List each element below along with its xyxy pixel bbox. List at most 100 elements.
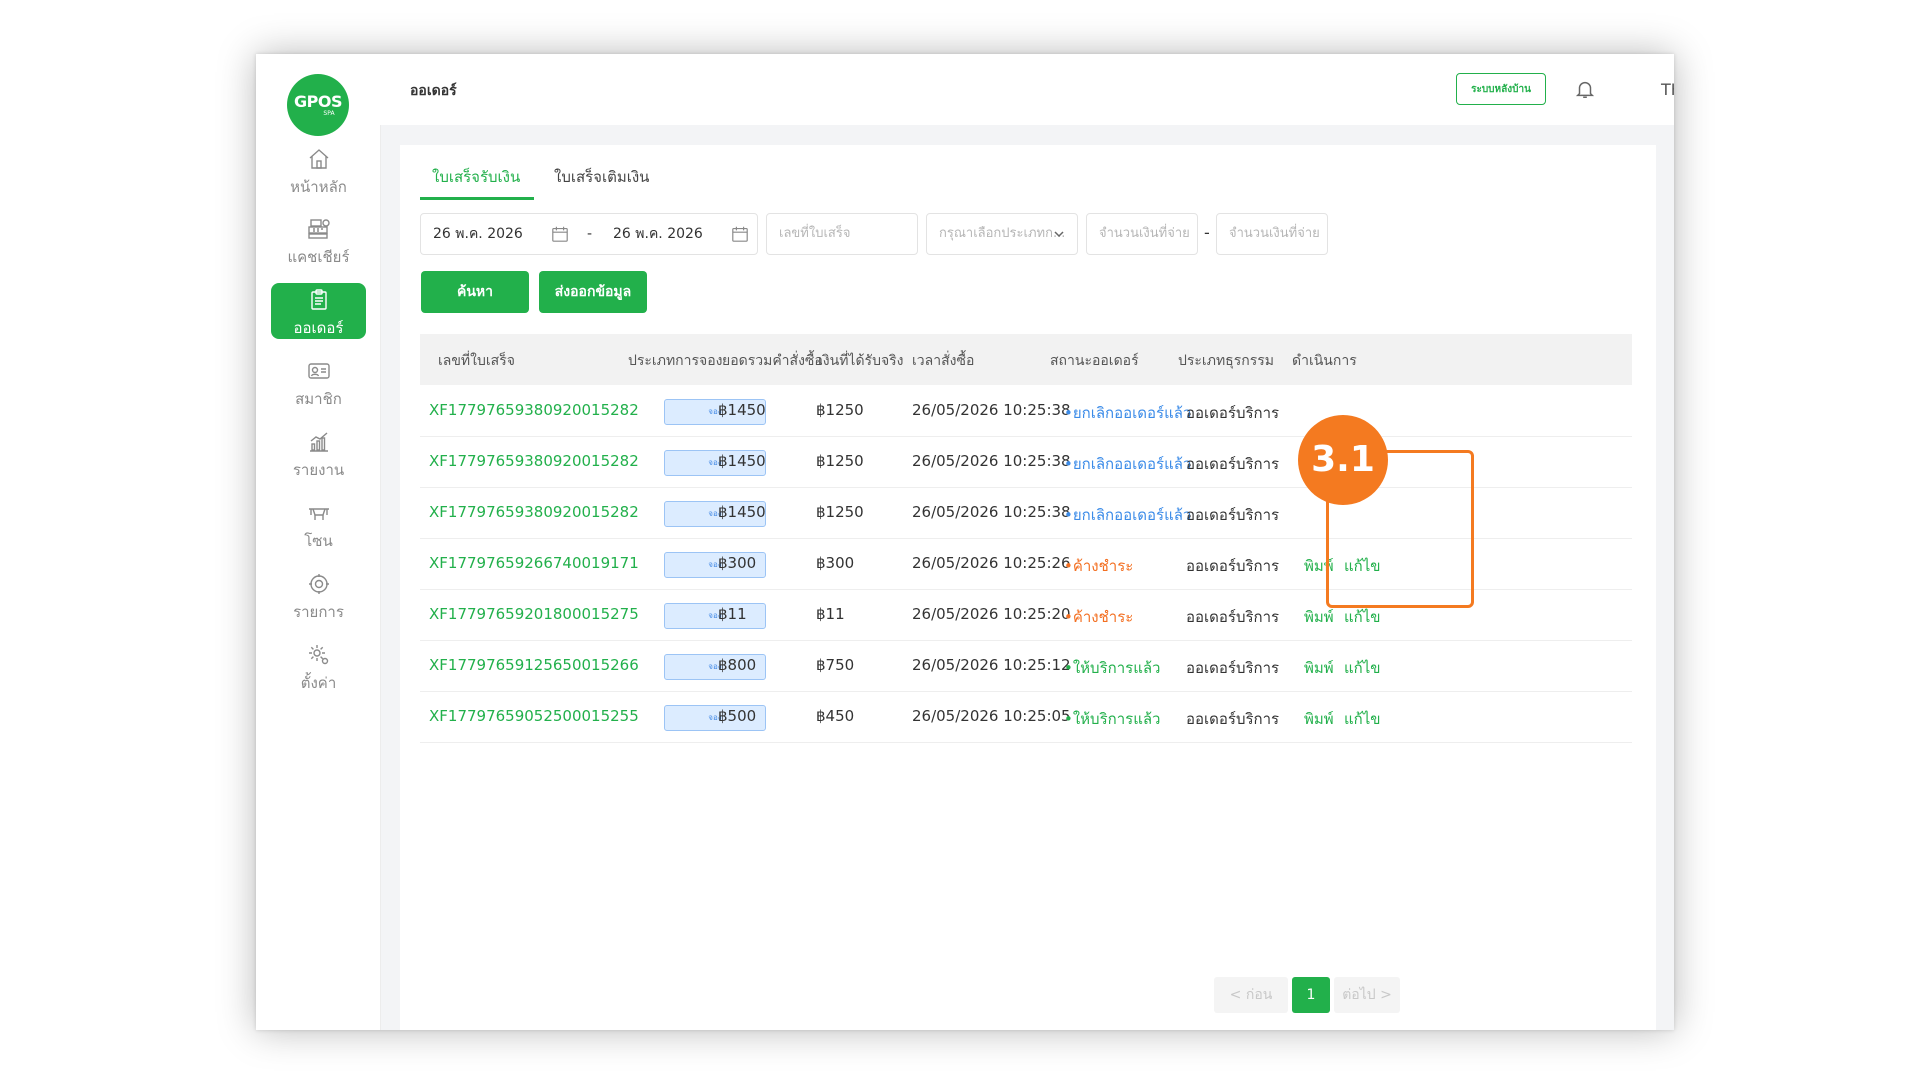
search-button[interactable]: ค้นหา: [421, 271, 529, 313]
sidebar-item-members[interactable]: สมาชิก: [271, 354, 366, 410]
table-header: เลขที่ใบเสร็จ ประเภทการจอง ยอดรวมคำสั่งซ…: [420, 334, 1632, 385]
invoice-number-link[interactable]: XF17797659380920015282: [429, 452, 639, 470]
transaction-type-cell: ออเดอร์บริการ: [1186, 710, 1280, 728]
invoice-number-link[interactable]: XF17797659380920015282: [429, 503, 639, 521]
sidebar-item-label: หน้าหลัก: [290, 178, 347, 196]
order-status-cell: •ยกเลิกออเดอร์แล้ว: [1064, 506, 1192, 524]
booking-type-select[interactable]: กรุณาเลือกประเภทก...: [926, 213, 1078, 255]
order-total-cell: ฿800: [718, 656, 757, 674]
member-card-icon: [271, 354, 366, 385]
received-amount-cell: ฿300: [816, 554, 855, 572]
order-status-cell: •ค้างชำระ: [1064, 608, 1134, 626]
tab-topup-receipts[interactable]: ใบเสร็จเติมเงิน: [554, 165, 649, 189]
amount-to-input[interactable]: จำนวนเงินที่จ่าย: [1216, 213, 1328, 255]
sidebar-item-label: รายงาน: [292, 461, 345, 479]
sidebar: GPOS SPA หน้าหลัก แคชเชียร์ ออเดอร์ สมาช…: [256, 54, 381, 1030]
brand-logo[interactable]: GPOS SPA: [287, 74, 349, 136]
table-row: XF17797659125650015266 จอง ฿800 ฿750 26/05/2…: [420, 640, 1632, 692]
notification-bell-icon[interactable]: [1574, 78, 1596, 100]
tab-receipts[interactable]: ใบเสร็จรับเงิน: [432, 165, 520, 189]
sidebar-item-settings[interactable]: ตั้งค่า: [271, 638, 366, 694]
date-range-separator: -: [587, 226, 593, 242]
sidebar-item-label: โซน: [304, 532, 333, 550]
amount-from-input[interactable]: จำนวนเงินที่จ่าย: [1086, 213, 1198, 255]
print-button[interactable]: พิมพ์: [1304, 656, 1334, 680]
sidebar-item-orders[interactable]: ออเดอร์: [271, 283, 366, 339]
page-title: ออเดอร์: [410, 83, 457, 99]
order-status-cell: •ยกเลิกออเดอร์แล้ว: [1064, 404, 1192, 422]
sidebar-item-reports[interactable]: รายงาน: [271, 425, 366, 481]
spa-item-icon: [271, 567, 366, 598]
invoice-number-link[interactable]: XF17797659380920015282: [429, 401, 639, 419]
column-header-transaction-type: ประเภทธุรกรรม: [1178, 353, 1274, 369]
edit-button[interactable]: แก้ไข: [1344, 656, 1381, 680]
clipboard-icon: [271, 283, 366, 314]
table-row: XF17797659052500015255 จอง ฿500 ฿450 26/05/2…: [420, 691, 1632, 743]
order-time-cell: 26/05/2026 10:25:38: [912, 503, 1071, 521]
sidebar-item-label: รายการ: [293, 603, 344, 621]
language-label: TH: [1661, 80, 1674, 99]
sidebar-item-label: ออเดอร์: [293, 319, 344, 337]
column-header-order-time: เวลาสั่งซื้อ: [912, 353, 975, 369]
pagination-next-button[interactable]: ต่อไป >: [1334, 977, 1400, 1013]
pagination-prev-button[interactable]: < ก่อน: [1214, 977, 1288, 1013]
column-header-order-total: ยอดรวมคำสั่งซื้อ: [722, 353, 823, 369]
order-total-cell: ฿300: [718, 554, 757, 572]
calendar-icon: [732, 226, 748, 242]
top-header: ออเดอร์ ระบบหลังบ้าน TH⌄: [380, 54, 1674, 125]
transaction-type-cell: ออเดอร์บริการ: [1186, 608, 1280, 626]
column-header-received: เงินที่ได้รับจริง: [818, 353, 904, 369]
pagination-page-current[interactable]: 1: [1292, 977, 1330, 1013]
sidebar-item-items[interactable]: รายการ: [271, 567, 366, 623]
order-time-cell: 26/05/2026 10:25:05: [912, 707, 1071, 725]
home-icon: [271, 142, 366, 173]
invoice-number-link[interactable]: XF17797659125650015266: [429, 656, 639, 674]
transaction-type-cell: ออเดอร์บริการ: [1186, 557, 1280, 575]
received-amount-cell: ฿1250: [816, 401, 864, 419]
column-header-booking-type: ประเภทการจอง: [628, 353, 723, 369]
invoice-number-link[interactable]: XF17797659266740019171: [429, 554, 639, 572]
invoice-number-link[interactable]: XF17797659052500015255: [429, 707, 639, 725]
language-selector[interactable]: TH⌄: [1661, 80, 1674, 99]
sidebar-item-home[interactable]: หน้าหลัก: [271, 142, 366, 198]
order-time-cell: 26/05/2026 10:25:26: [912, 554, 1071, 572]
calendar-icon: [552, 226, 568, 242]
order-total-cell: ฿11: [718, 605, 747, 623]
order-time-cell: 26/05/2026 10:25:20: [912, 605, 1071, 623]
date-range-picker[interactable]: 26 พ.ค. 2026 - 26 พ.ค. 2026: [420, 213, 758, 255]
invoice-number-link[interactable]: XF17797659201800015275: [429, 605, 639, 623]
gear-icon: [271, 638, 366, 669]
order-time-cell: 26/05/2026 10:25:38: [912, 452, 1071, 470]
chart-icon: [271, 425, 366, 456]
print-button[interactable]: พิมพ์: [1304, 605, 1334, 629]
sidebar-item-label: สมาชิก: [295, 390, 342, 408]
logo-subtext: SPA: [323, 110, 335, 117]
order-total-cell: ฿1450: [718, 401, 766, 419]
date-from-value: 26 พ.ค. 2026: [433, 226, 523, 242]
orders-card: ใบเสร็จรับเงิน ใบเสร็จเติมเงิน 26 พ.ค. 2…: [400, 145, 1656, 1030]
order-status-cell: •ยกเลิกออเดอร์แล้ว: [1064, 455, 1192, 473]
received-amount-cell: ฿1250: [816, 452, 864, 470]
invoice-number-input[interactable]: เลขที่ใบเสร็จ: [766, 213, 918, 255]
app-window: GPOS SPA หน้าหลัก แคชเชียร์ ออเดอร์ สมาช…: [256, 54, 1674, 1030]
transaction-type-cell: ออเดอร์บริการ: [1186, 455, 1280, 473]
sidebar-item-label: แคชเชียร์: [287, 248, 350, 266]
cash-register-icon: [271, 212, 366, 243]
column-header-invoice: เลขที่ใบเสร็จ: [438, 353, 515, 369]
column-header-actions: ดำเนินการ: [1292, 353, 1357, 369]
step-badge: 3.1: [1298, 415, 1388, 505]
export-button[interactable]: ส่งออกข้อมูล: [539, 271, 647, 313]
edit-button[interactable]: แก้ไข: [1344, 707, 1381, 731]
chevron-down-icon: [1054, 231, 1064, 238]
transaction-type-cell: ออเดอร์บริการ: [1186, 659, 1280, 677]
sidebar-item-label: ตั้งค่า: [300, 674, 337, 692]
sidebar-item-cashier[interactable]: แคชเชียร์: [271, 212, 366, 268]
print-button[interactable]: พิมพ์: [1304, 707, 1334, 731]
order-total-cell: ฿1450: [718, 452, 766, 470]
sidebar-item-zone[interactable]: โซน: [271, 496, 366, 552]
date-to-value: 26 พ.ค. 2026: [613, 226, 703, 242]
edit-button[interactable]: แก้ไข: [1344, 605, 1381, 629]
received-amount-cell: ฿750: [816, 656, 855, 674]
backend-system-button[interactable]: ระบบหลังบ้าน: [1456, 73, 1546, 105]
received-amount-cell: ฿11: [816, 605, 845, 623]
